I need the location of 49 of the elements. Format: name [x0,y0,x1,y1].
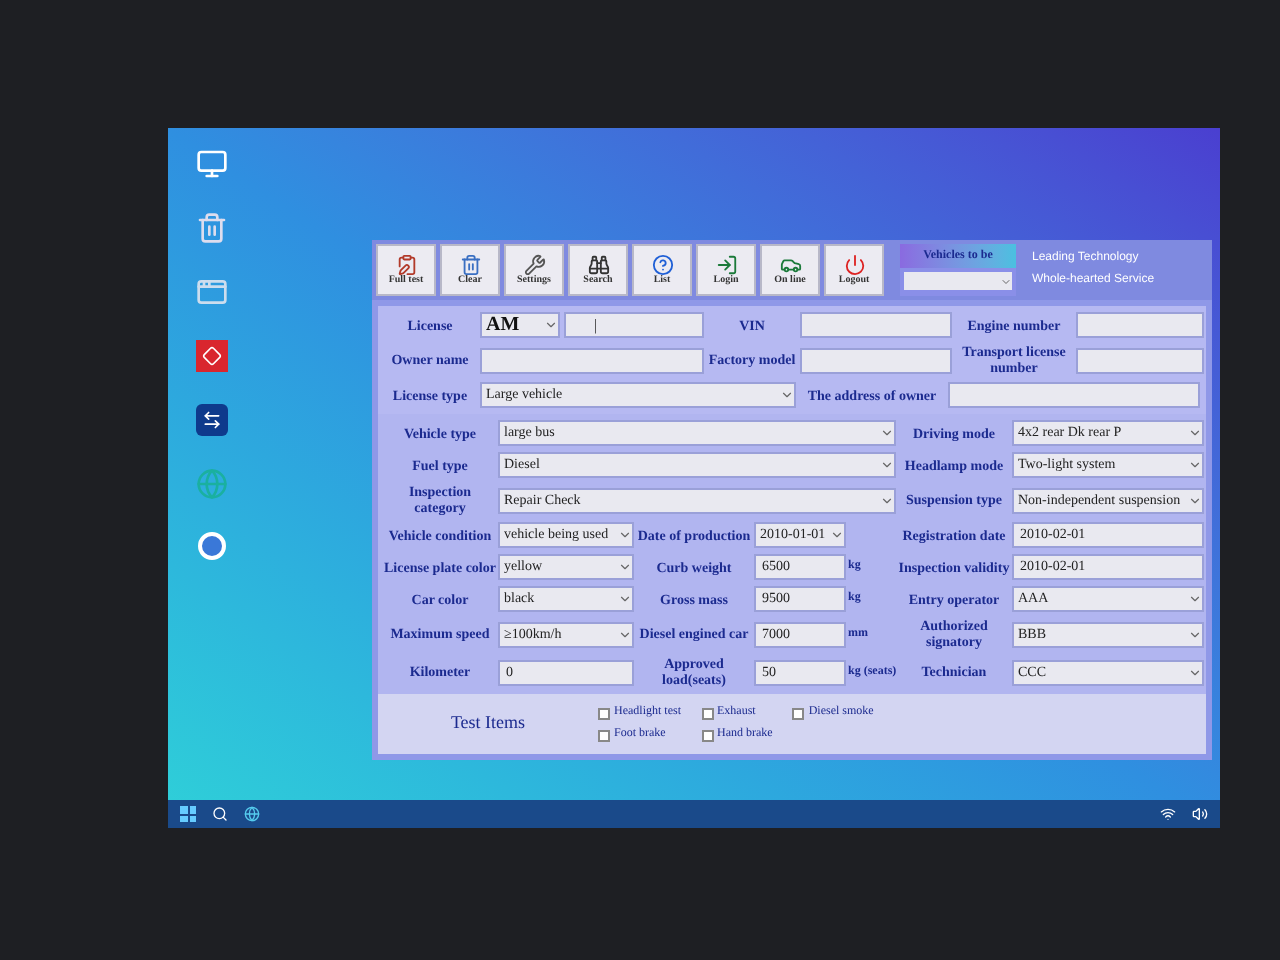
dropdown[interactable]: AM [480,312,560,338]
caret-icon [780,388,794,402]
caret-icon [618,592,632,606]
input-field[interactable]: | [564,312,704,338]
help-icon [651,253,673,275]
caret-icon [830,528,844,542]
caret-icon [618,627,632,641]
program-icon[interactable] [198,532,226,560]
input-field[interactable] [1076,312,1204,338]
checkbox[interactable] [598,729,610,741]
app-icon[interactable] [196,340,228,372]
window-icon[interactable] [196,276,228,308]
caret-icon [1000,275,1012,287]
power-icon [843,253,865,275]
caret-icon [880,458,894,472]
caret-icon [618,560,632,574]
caret-icon [1188,493,1202,507]
input-field[interactable] [800,312,952,338]
input-field[interactable] [480,347,704,373]
caret-icon [880,426,894,440]
checkbox[interactable] [701,729,713,741]
caret-icon [1188,665,1202,679]
checkbox[interactable] [792,707,805,719]
caret-icon [1188,592,1202,606]
binoculars-icon [587,253,609,275]
monitor-icon[interactable] [196,148,228,180]
login-icon [715,253,737,275]
speaker-icon[interactable] [1192,806,1208,822]
windows-icon[interactable] [180,806,196,822]
browser-icon[interactable] [244,806,260,822]
checkbox[interactable] [598,707,610,719]
remote-app-icon[interactable] [196,404,228,436]
caret-icon [880,493,894,507]
trash-icon [459,253,481,275]
clipboard-icon [395,253,417,275]
caret-icon [1188,627,1202,641]
wrench-icon [523,253,545,275]
recycle-bin-icon[interactable] [196,212,228,244]
wifi-icon[interactable] [1160,806,1176,822]
input-field[interactable] [800,347,952,373]
input-field[interactable] [1076,347,1204,373]
caret-icon [1188,458,1202,472]
checkbox[interactable] [701,707,713,719]
caret-icon [544,318,558,332]
caret-icon [618,528,632,542]
search-icon[interactable] [212,806,228,822]
section-title: Test Items [448,710,528,737]
input-field[interactable] [948,382,1200,408]
caret-icon [1188,426,1202,440]
